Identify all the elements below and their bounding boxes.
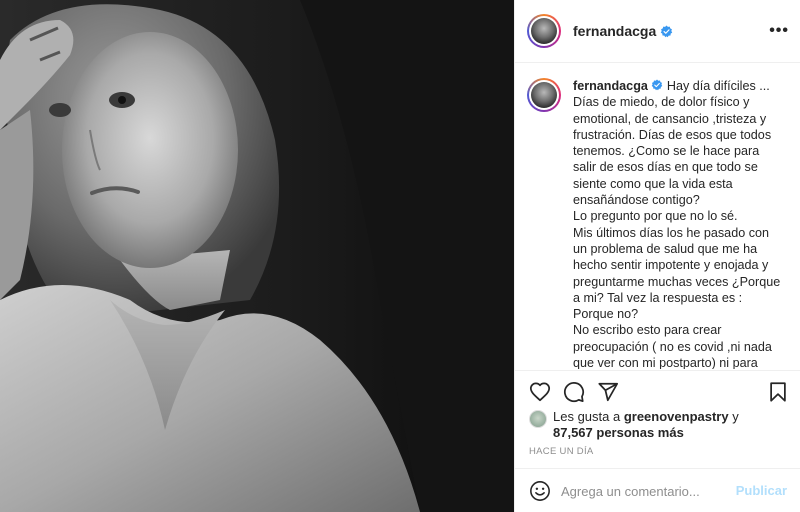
caption-section: fernandacga Hay día difíciles ... Días de… [515,64,800,369]
caption-avatar[interactable] [527,78,561,112]
bookmark-icon[interactable] [767,381,789,403]
post-timestamp[interactable]: HACE UN DÍA [529,446,594,457]
heart-icon[interactable] [529,381,551,403]
action-bar [515,370,800,410]
publish-button[interactable]: Publicar [736,483,787,498]
avatar[interactable] [527,14,561,48]
emoji-icon[interactable] [529,480,551,502]
portrait-image [0,0,514,512]
caption-avatar-image [531,82,557,108]
comment-input[interactable] [561,481,731,501]
post-panel: fernandacga ••• fernandacga Hay día difíc… [514,0,800,512]
comment-icon[interactable] [563,381,585,403]
verified-badge-icon [651,79,663,91]
comment-bar: Publicar [515,468,800,512]
more-options-button[interactable]: ••• [769,22,789,40]
header-username[interactable]: fernandacga [573,23,656,39]
caption-text: fernandacga Hay día difíciles ... Días de… [573,78,785,369]
caption-line: Días de miedo, de dolor físico y emotion… [573,95,772,208]
caption-line: Mis últimos días los he pasado con un pr… [573,225,781,322]
caption-username[interactable]: fernandacga [573,79,648,93]
verified-badge-icon [661,25,673,37]
share-icon[interactable] [597,381,619,403]
likes-prefix: Les gusta a [553,409,624,424]
caption-line: No escribo esto para crear preocupación … [573,323,772,369]
post-header: fernandacga ••• [515,0,800,63]
avatar-image [531,18,557,44]
liker-username[interactable]: greenovenpastry [624,409,729,424]
caption-line: Lo pregunto por que no lo sé. [573,209,738,224]
caption-line: Hay día difíciles ... [666,79,770,93]
liker-avatar[interactable] [529,410,547,428]
post-photo[interactable] [0,0,514,512]
likes-joiner: y [728,409,739,424]
likes-count[interactable]: 87,567 personas más [553,425,684,440]
